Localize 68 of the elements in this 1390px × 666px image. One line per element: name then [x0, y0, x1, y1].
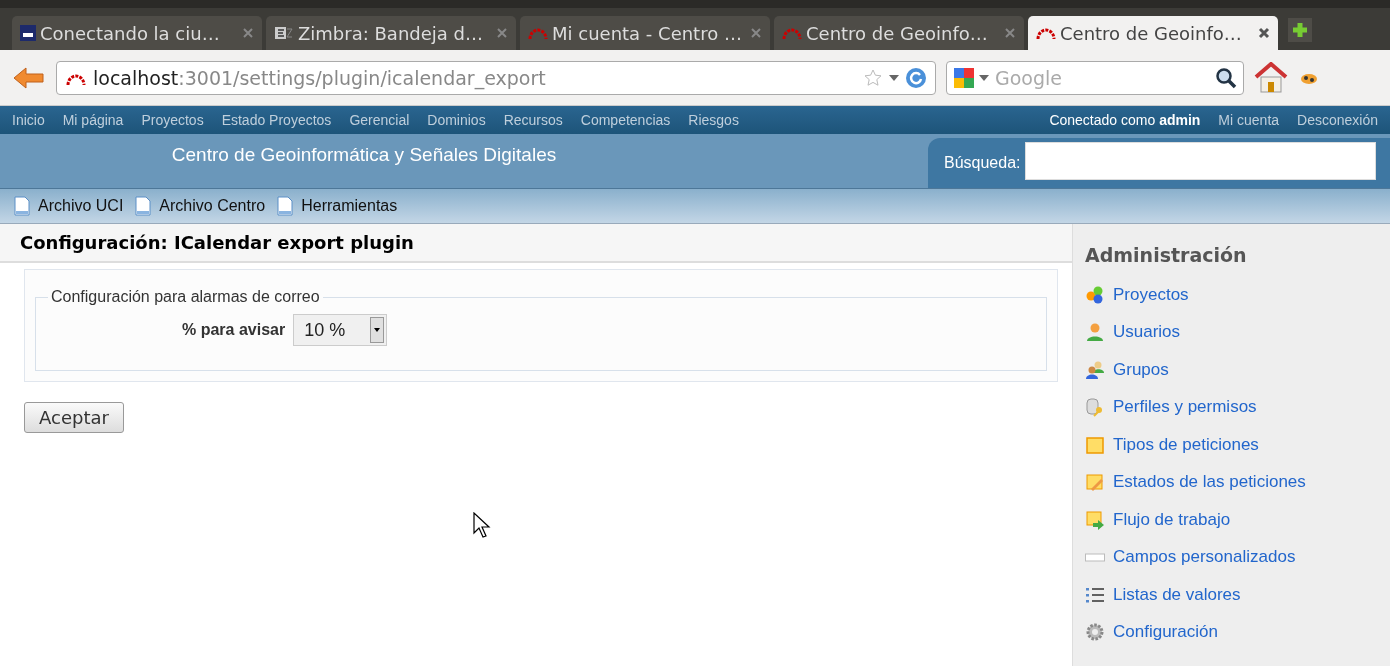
- mouse-cursor-icon: [473, 512, 491, 538]
- submit-button[interactable]: Aceptar: [24, 402, 124, 433]
- quick-search-field[interactable]: [1024, 142, 1376, 180]
- dropdown-caret-icon[interactable]: [889, 74, 899, 81]
- document-icon: [135, 196, 152, 216]
- database-key-icon: [1085, 397, 1105, 418]
- star-icon[interactable]: [863, 67, 883, 88]
- search-label: Búsqueda:: [944, 153, 1021, 172]
- top-menu-link[interactable]: Gerencial: [349, 112, 410, 128]
- top-menu-link[interactable]: Recursos: [503, 112, 563, 128]
- home-icon[interactable]: [1254, 61, 1288, 94]
- back-arrow-icon[interactable]: [12, 64, 46, 91]
- browser-tab[interactable]: Mi cuenta - Centro …: [520, 16, 770, 50]
- sidebar-link[interactable]: Listas de valores: [1085, 576, 1378, 614]
- url-host: localhost: [93, 66, 179, 89]
- field-label: % para avisar: [182, 321, 286, 339]
- url-path: :3001/settings/plugin/icalendar_export: [178, 66, 546, 89]
- sidebar-link[interactable]: Perfiles y permisos: [1085, 388, 1378, 426]
- page-title: Configuración: ICalendar export plugin: [0, 224, 1072, 263]
- dropdown-caret-icon[interactable]: [979, 74, 989, 81]
- new-tab-icon[interactable]: [1288, 18, 1312, 42]
- sidebar-title: Administración: [1085, 244, 1248, 266]
- top-menu-link[interactable]: Estado Proyectos: [221, 112, 332, 128]
- close-icon[interactable]: [1258, 27, 1270, 39]
- browser-tab[interactable]: Centro de Geoinfo…: [1028, 16, 1278, 50]
- main-menu-link[interactable]: Archivo UCI: [14, 196, 124, 216]
- search-icon[interactable]: [1215, 66, 1237, 89]
- sidebar-link[interactable]: Tipos de peticiones: [1085, 426, 1378, 464]
- arc-logo-icon: [782, 26, 802, 40]
- reload-icon[interactable]: [905, 66, 927, 89]
- percent-select[interactable]: 10 %: [293, 314, 388, 346]
- browser-tab[interactable]: Conectando la ciu…: [12, 16, 262, 50]
- top-menu-link[interactable]: Dominios: [427, 112, 486, 128]
- top-menu-link[interactable]: Inicio: [12, 112, 45, 128]
- document-icon: [14, 196, 30, 216]
- settings-icon: [1085, 622, 1105, 643]
- note-icon: [1085, 434, 1105, 455]
- sidebar-link[interactable]: Grupos: [1085, 351, 1378, 389]
- sidebar-link[interactable]: Usuarios: [1085, 313, 1378, 351]
- sidebar-link[interactable]: Proyectos: [1085, 276, 1378, 314]
- sidebar-link[interactable]: Estados de las peticiones: [1085, 463, 1378, 501]
- top-menu-link[interactable]: Riesgos: [688, 112, 739, 128]
- search-box[interactable]: Google: [946, 60, 1244, 95]
- note-arrow-icon: [1085, 509, 1105, 530]
- account-link[interactable]: Desconexión: [1297, 112, 1378, 128]
- top-menu-link[interactable]: Competencias: [580, 112, 671, 128]
- site-title: Centro de Geoinformática y Señales Digitales: [171, 144, 557, 165]
- users-icon: [1085, 359, 1105, 380]
- sidebar-link[interactable]: Campos personalizados: [1085, 538, 1378, 576]
- account-link[interactable]: Mi cuenta: [1218, 112, 1280, 128]
- top-menu-link[interactable]: Proyectos: [141, 112, 204, 128]
- browser-tab[interactable]: Centro de Geoinfo…: [774, 16, 1024, 50]
- note-pencil-icon: [1085, 472, 1105, 493]
- top-menu-link[interactable]: Mi página: [62, 112, 124, 128]
- document-icon: [277, 196, 294, 216]
- circles-icon: [1085, 284, 1105, 305]
- main-menu-link[interactable]: Archivo Centro: [135, 196, 266, 216]
- google-logo-icon: [953, 66, 975, 89]
- sidebar-link[interactable]: Flujo de trabajo: [1085, 501, 1378, 539]
- fieldset-legend: Configuración para alarmas de correo: [48, 288, 323, 306]
- arc-logo-icon: [528, 26, 548, 40]
- main-menu-link[interactable]: Herramientas: [277, 196, 398, 216]
- arc-logo-icon: [1036, 26, 1056, 40]
- browser-tab[interactable]: Zimbra: Bandeja d…: [266, 16, 516, 50]
- user-icon: [1085, 322, 1105, 343]
- address-bar[interactable]: localhost:3001/settings/plugin/icalendar_export: [56, 60, 936, 95]
- logged-in-text: Conectado como admin: [1049, 112, 1201, 128]
- sidebar-link[interactable]: Configuración: [1085, 613, 1378, 651]
